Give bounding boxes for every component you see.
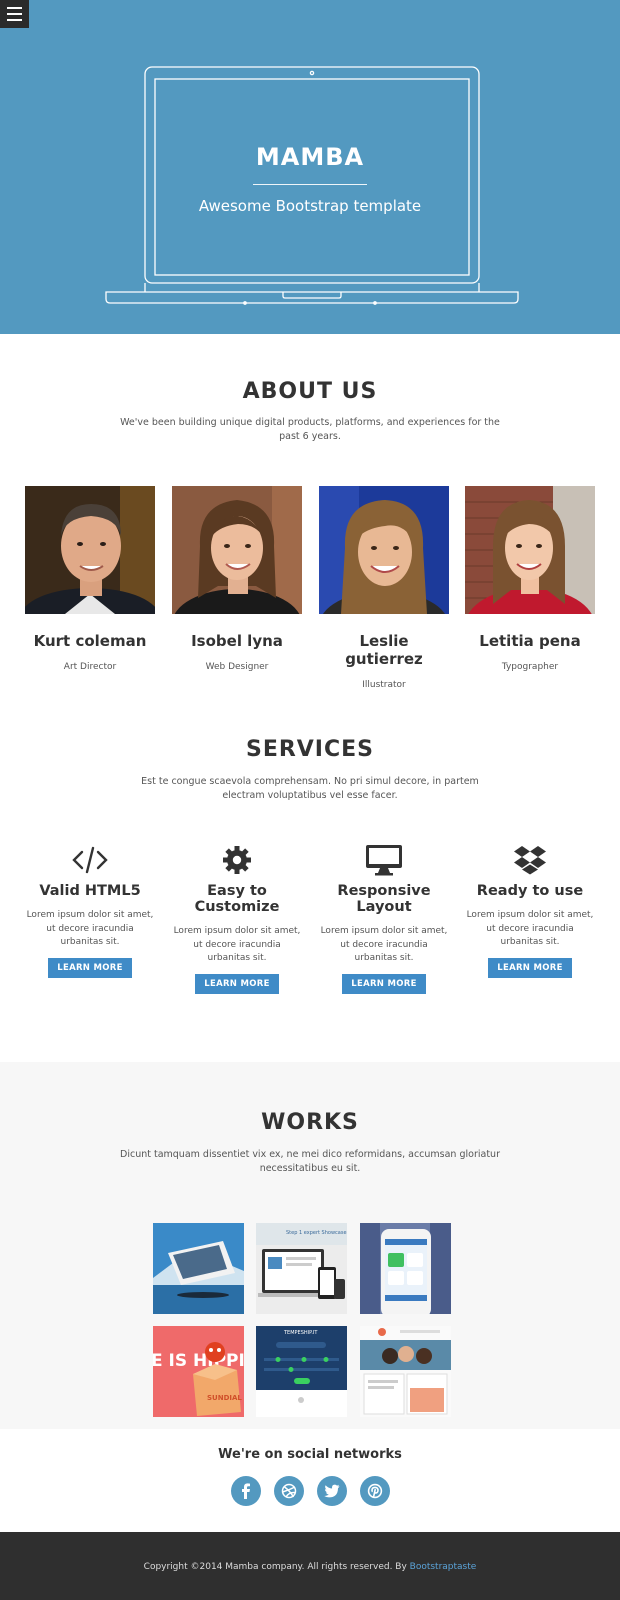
footer: Copyright ©2014 Mamba company. All right… — [0, 1532, 620, 1600]
services-title: SERVICES — [245, 737, 375, 762]
code-icon — [25, 843, 155, 877]
about-description: We've been building unique digital produ… — [120, 417, 500, 442]
twitter-icon[interactable] — [316, 1476, 347, 1506]
service-title: Valid HTML5 — [39, 883, 141, 899]
service-text: Lorem ipsum dolor sit amet, ut decore ir… — [26, 910, 154, 947]
portfolio-item[interactable]: Step 1 expert Showcase — [256, 1223, 347, 1314]
team-member: Letitia pena Typographer — [465, 486, 595, 672]
portfolio-item[interactable] — [360, 1223, 451, 1314]
dropbox-icon — [465, 843, 595, 877]
social-links — [0, 1476, 620, 1506]
member-name: Kurt coleman — [33, 632, 147, 650]
pinterest-icon[interactable] — [359, 1476, 390, 1506]
portfolio-item[interactable] — [153, 1223, 244, 1314]
member-role: Art Director — [63, 662, 117, 672]
facebook-icon[interactable] — [230, 1476, 261, 1506]
member-name: Leslie gutierrez — [345, 632, 423, 668]
member-name: Isobel lyna — [191, 632, 283, 650]
footer-credit-link[interactable]: Bootstraptaste — [410, 1562, 477, 1572]
service-title: Ready to use — [476, 883, 584, 899]
learn-more-button[interactable]: LEARN MORE — [342, 973, 426, 994]
learn-more-button[interactable]: LEARN MORE — [48, 957, 132, 978]
hero-divider — [253, 184, 367, 185]
service-card: Valid HTML5 Lorem ipsum dolor sit amet, … — [25, 843, 155, 978]
thumb-caption: E IS HIPPING WAY — [153, 1351, 244, 1371]
social-title: We're on social networks — [218, 1447, 402, 1462]
member-role: Typographer — [501, 662, 559, 672]
thumb-caption: Step 1 expert Showcase — [286, 1230, 347, 1236]
learn-more-button[interactable]: LEARN MORE — [195, 973, 279, 994]
member-photo — [172, 486, 302, 614]
member-photo — [465, 486, 595, 614]
gear-icon — [172, 843, 302, 877]
laptop-illustration — [105, 66, 519, 305]
service-text: Lorem ipsum dolor sit amet, ut decore ir… — [173, 926, 301, 963]
team-member: Kurt coleman Art Director — [25, 486, 155, 672]
service-card: Easy to Customize Lorem ipsum dolor sit … — [172, 843, 302, 994]
service-text: Lorem ipsum dolor sit amet, ut decore ir… — [466, 910, 594, 947]
service-title: Easy to Customize — [194, 883, 280, 915]
member-photo — [25, 486, 155, 614]
service-card: Ready to use Lorem ipsum dolor sit amet,… — [465, 843, 595, 978]
team-member: Leslie gutierrez Illustrator — [319, 486, 449, 690]
service-card: Responsive Layout Lorem ipsum dolor sit … — [319, 843, 449, 994]
desktop-icon — [319, 843, 449, 877]
portfolio-item[interactable]: TEMPESHIP.IT — [256, 1326, 347, 1417]
hero-section: MAMBA Awesome Bootstrap template — [0, 0, 620, 334]
copyright-text: Copyright ©2014 Mamba company. All right… — [143, 1562, 410, 1572]
works-title: WORKS — [261, 1110, 359, 1135]
member-photo — [319, 486, 449, 614]
dribbble-icon[interactable] — [273, 1476, 304, 1506]
services-description: Est te congue scaevola comprehensam. No … — [141, 776, 479, 801]
thumb-caption: SUNDIAL — [207, 1394, 242, 1402]
member-name: Letitia pena — [479, 632, 581, 650]
service-text: Lorem ipsum dolor sit amet, ut decore ir… — [320, 926, 448, 963]
member-role: Illustrator — [362, 680, 406, 690]
works-description: Dicunt tamquam dissentiet vix ex, ne mei… — [120, 1149, 500, 1174]
learn-more-button[interactable]: LEARN MORE — [488, 957, 572, 978]
service-title: Responsive Layout — [337, 883, 431, 915]
thumb-caption: TEMPESHIP.IT — [283, 1330, 318, 1336]
portfolio-item[interactable]: E IS HIPPING WAY SUNDIAL — [153, 1326, 244, 1417]
about-title: ABOUT US — [242, 379, 378, 404]
member-role: Web Designer — [205, 662, 269, 672]
team-member: Isobel lyna Web Designer — [172, 486, 302, 672]
hero-subtitle: Awesome Bootstrap template — [198, 197, 422, 215]
hero-title: MAMBA — [255, 143, 365, 171]
hamburger-icon — [7, 7, 22, 9]
portfolio-item[interactable] — [360, 1326, 451, 1417]
menu-button[interactable] — [0, 0, 29, 28]
